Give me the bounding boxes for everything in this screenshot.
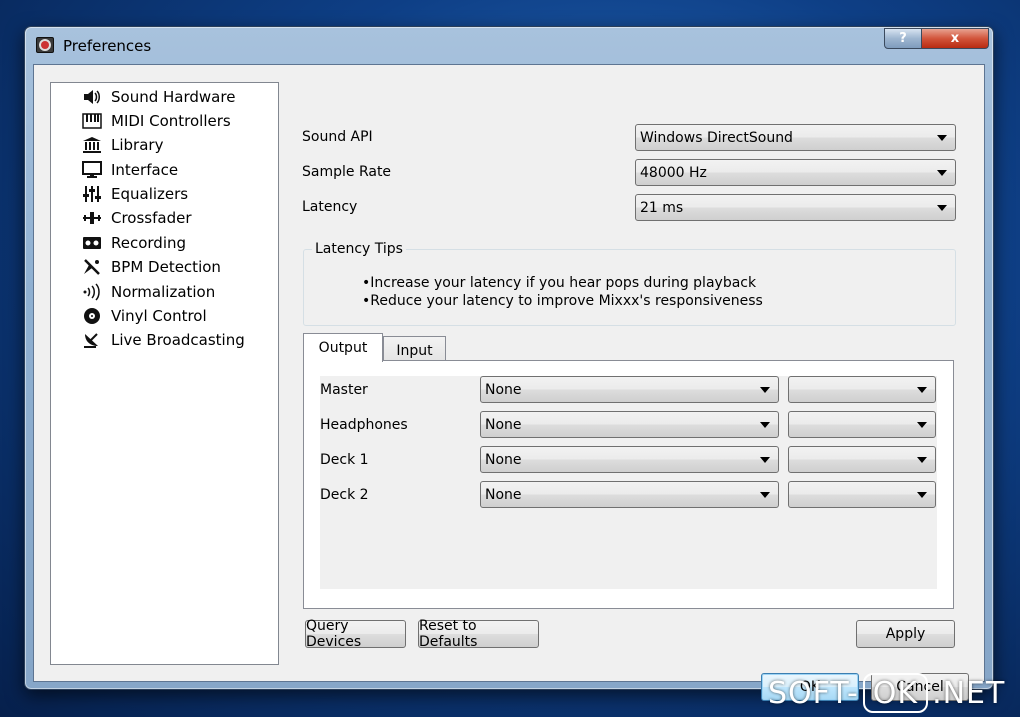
watermark-middle: OK [862,673,929,713]
nav-item-midi-controllers[interactable]: MIDI Controllers [81,110,231,132]
watermark-left: SOFT- [768,675,859,711]
sound-api-label: Sound API [302,129,373,145]
vinyl-record-icon [81,306,103,326]
output-label-headphones: Headphones [320,417,408,433]
latency-tip-1: •Increase your latency if you hear pops … [362,275,757,291]
sound-waves-icon [81,282,103,302]
metronome-icon [81,257,103,277]
nav-item-label: Normalization [111,283,216,301]
deck-1-channel-dropdown[interactable] [788,446,936,473]
output-label-deck-2: Deck 2 [320,487,369,503]
chevron-down-icon [937,205,947,211]
latency-tip-2: •Reduce your latency to improve Mixxx's … [362,293,763,309]
satellite-dish-icon [81,330,103,350]
nav-item-interface[interactable]: Interface [81,159,178,181]
help-button[interactable]: ? [884,28,922,49]
mixxx-app-icon [36,37,54,53]
query-devices-button[interactable]: Query Devices [305,618,406,650]
apply-button[interactable]: Apply [856,620,955,648]
headphones-device-dropdown[interactable]: None [480,411,779,438]
nav-item-label: Live Broadcasting [111,331,245,349]
nav-item-label: Equalizers [111,185,189,203]
output-label-deck-1: Deck 1 [320,452,369,468]
sample-rate-label: Sample Rate [302,164,392,180]
nav-item-sound-hardware[interactable]: Sound Hardware [81,86,235,108]
master-channel-dropdown[interactable] [788,376,936,403]
nav-item-crossfader[interactable]: Crossfader [81,207,192,229]
library-icon [81,135,103,155]
latency-tips-group: Latency Tips •Increase your latency if y… [303,241,956,326]
headphones-device-value: None [485,416,522,433]
latency-value: 21 ms [640,199,684,216]
chevron-down-icon [760,387,770,393]
deck-2-channel-dropdown[interactable] [788,481,936,508]
chevron-down-icon [760,422,770,428]
speaker-icon [81,87,103,107]
deck-2-device-value: None [485,486,522,503]
nav-item-live-broadcasting[interactable]: Live Broadcasting [81,329,245,351]
nav-item-library[interactable]: Library [81,134,163,156]
chevron-down-icon [760,492,770,498]
nav-item-label: Vinyl Control [111,307,207,325]
deck-2-device-dropdown[interactable]: None [480,481,779,508]
window-title: Preferences [63,37,152,55]
output-mapping-area: Master None Headphones None Deck 1 None … [320,376,937,589]
piano-keys-icon [81,111,103,131]
latency-label: Latency [302,199,358,215]
nav-item-label: Sound Hardware [111,88,236,106]
watermark-right: .NET [932,675,1006,711]
reset-to-defaults-button[interactable]: Reset to Defaults [418,618,539,650]
output-label-master: Master [320,382,368,398]
monitor-icon [81,160,103,180]
chevron-down-icon [760,457,770,463]
deck-1-device-value: None [485,451,522,468]
nav-item-label: Crossfader [111,209,192,227]
chevron-down-icon [917,422,927,428]
sample-rate-dropdown[interactable]: 48000 Hz [635,159,956,186]
sound-api-value: Windows DirectSound [640,129,793,146]
latency-dropdown[interactable]: 21 ms [635,194,956,221]
title-bar[interactable]: Preferences ? x [25,27,993,63]
nav-item-label: Interface [111,161,179,179]
nav-item-recording[interactable]: Recording [81,232,186,254]
equalizer-sliders-icon [81,184,103,204]
nav-item-vinyl-control[interactable]: Vinyl Control [81,305,207,327]
output-tab-panel: Master None Headphones None Deck 1 None … [303,360,954,609]
master-device-dropdown[interactable]: None [480,376,779,403]
crossfader-icon [81,208,103,228]
nav-item-label: BPM Detection [111,258,221,276]
tape-recorder-icon [81,233,103,253]
chevron-down-icon [917,457,927,463]
nav-item-equalizers[interactable]: Equalizers [81,183,188,205]
chevron-down-icon [917,492,927,498]
sample-rate-value: 48000 Hz [640,164,707,181]
deck-1-device-dropdown[interactable]: None [480,446,779,473]
preferences-nav-list[interactable]: Sound Hardware MIDI Controllers Library … [50,82,279,665]
dialog-client-area: Sound Hardware MIDI Controllers Library … [33,64,985,701]
master-device-value: None [485,381,522,398]
sound-api-dropdown[interactable]: Windows DirectSound [635,124,956,151]
latency-tips-title: Latency Tips [312,241,406,257]
preferences-window: Preferences ? x Sound Hardware MIDI Cont… [24,26,994,701]
chevron-down-icon [917,387,927,393]
headphones-channel-dropdown[interactable] [788,411,936,438]
nav-item-bpm-detection[interactable]: BPM Detection [81,256,221,278]
nav-item-normalization[interactable]: Normalization [81,281,215,303]
nav-item-label: MIDI Controllers [111,112,231,130]
chevron-down-icon [937,135,947,141]
watermark-logo: SOFT- OK .NET [768,671,1005,715]
chevron-down-icon [937,170,947,176]
nav-item-label: Library [111,136,164,154]
close-button[interactable]: x [921,28,989,49]
nav-item-label: Recording [111,234,187,252]
tab-output[interactable]: Output [303,333,383,362]
